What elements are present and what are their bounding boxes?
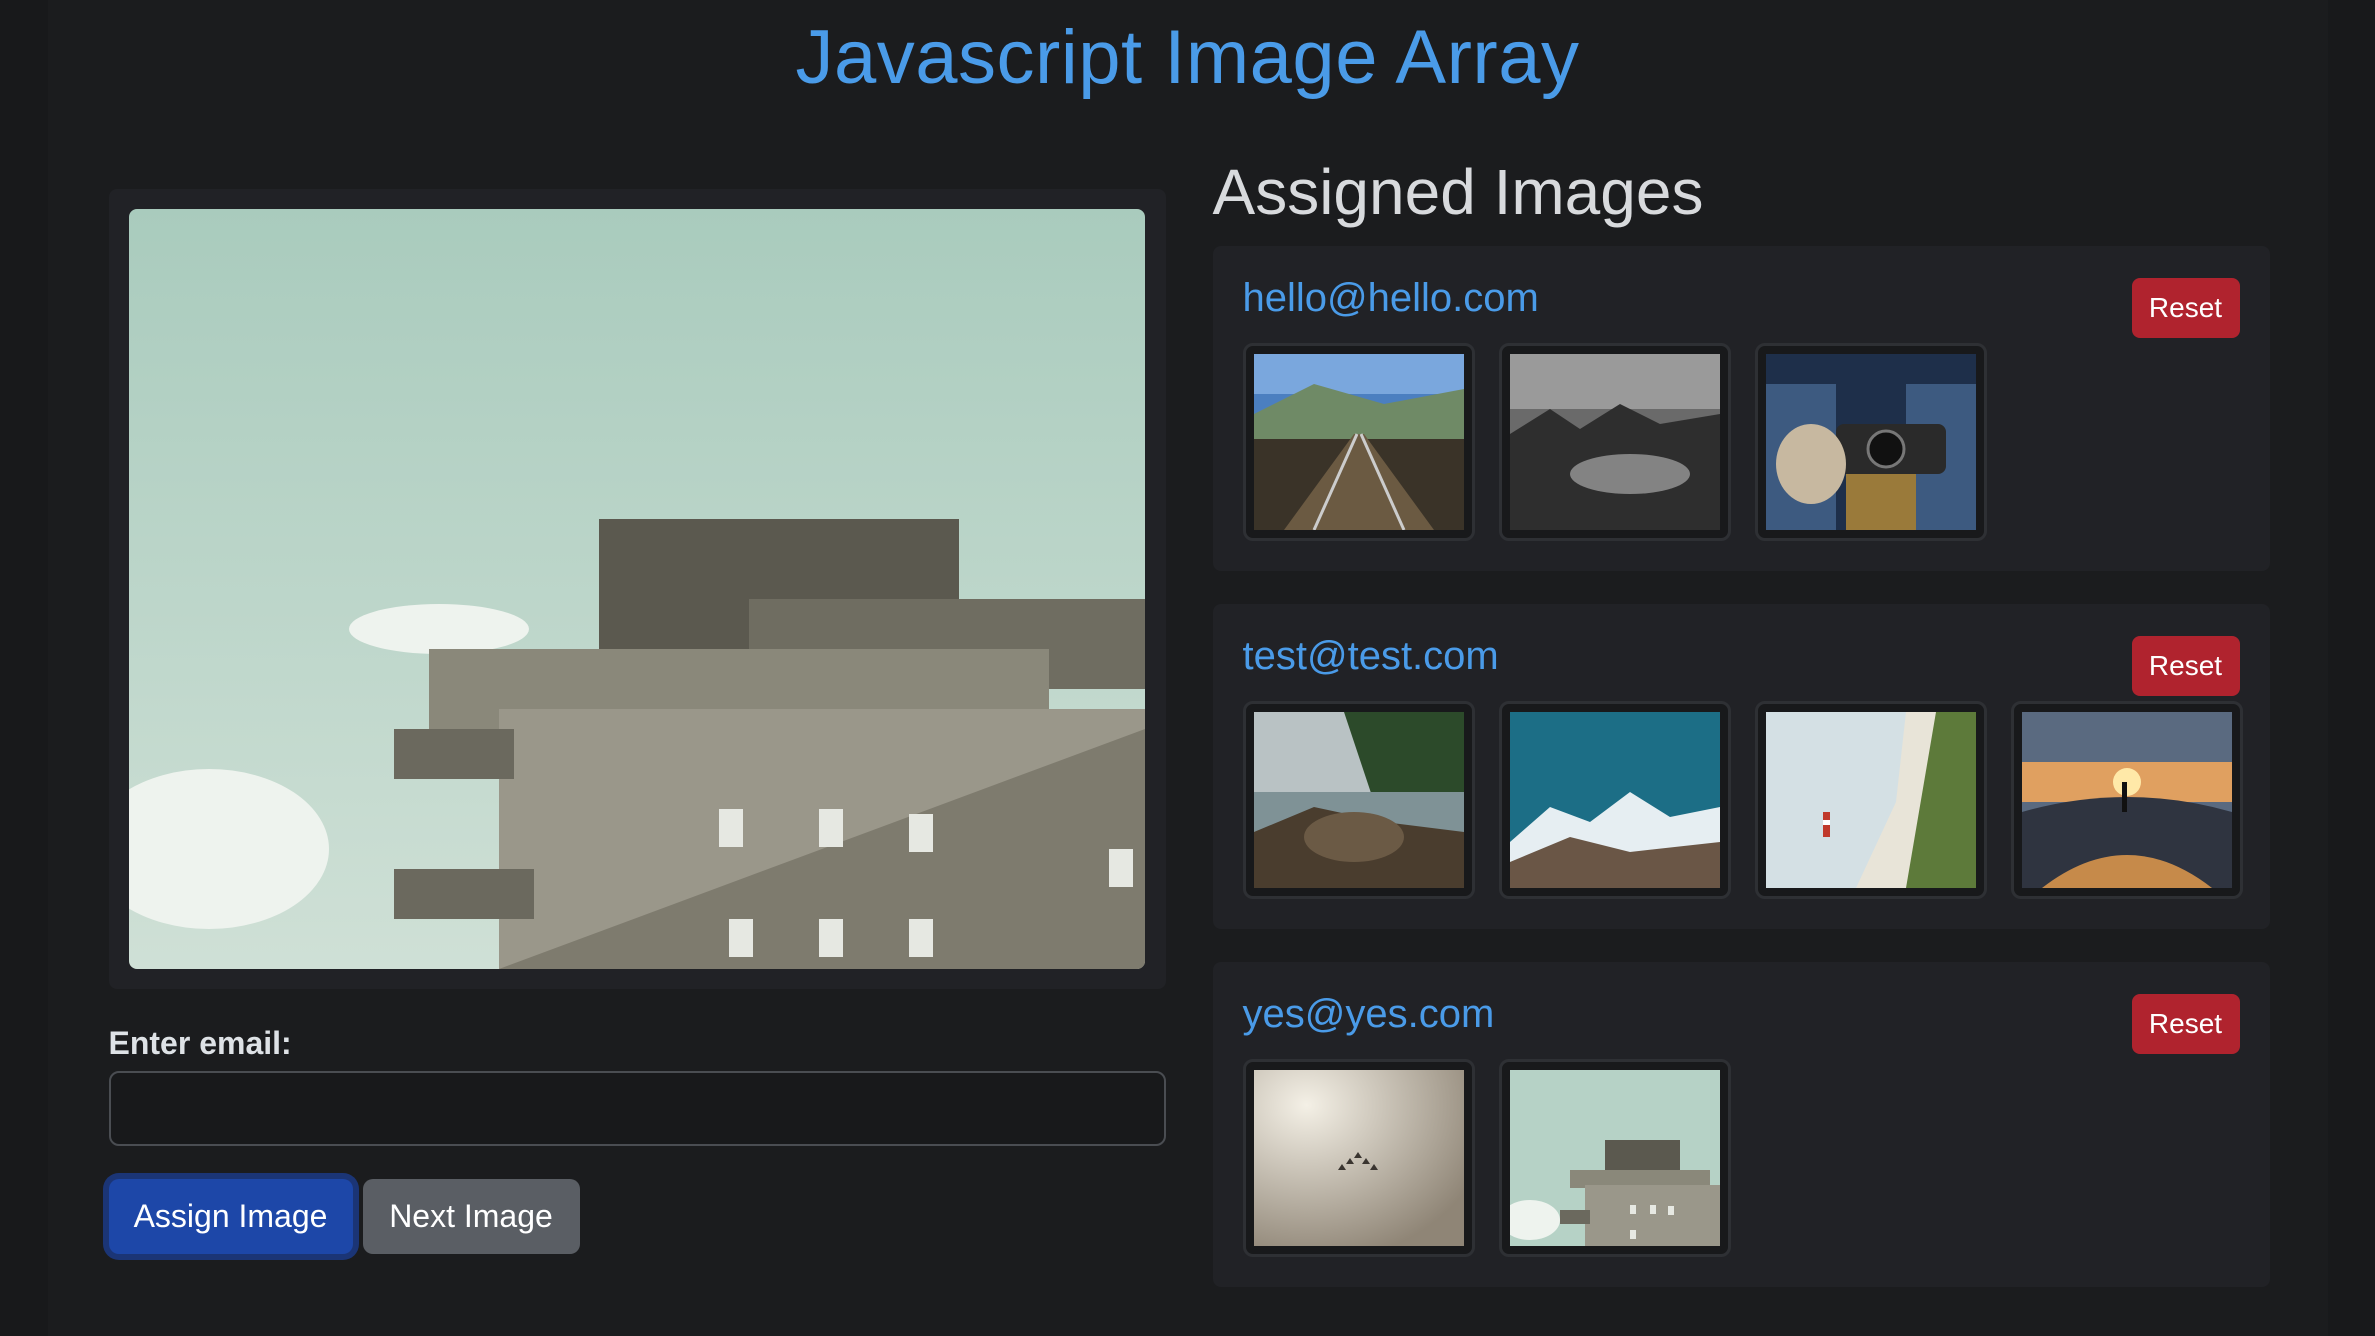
thumbnail-skatepark-sunset[interactable] bbox=[2010, 701, 2243, 899]
thumbnail-birds-hazy-sky[interactable] bbox=[1242, 1059, 1475, 1257]
thumbnail-camera-hands[interactable] bbox=[1754, 343, 1987, 541]
image-viewer bbox=[108, 189, 1166, 989]
thumbnail-railway-track[interactable] bbox=[1242, 343, 1475, 541]
assign-image-button[interactable]: Assign Image bbox=[108, 1179, 353, 1254]
email-input[interactable] bbox=[108, 1071, 1166, 1146]
card-email: hello@hello.com bbox=[1242, 276, 1539, 320]
assigned-card: test@test.com Reset bbox=[1212, 604, 2270, 929]
thumbnail-snowy-mountains[interactable] bbox=[1498, 701, 1731, 899]
assigned-images-title: Assigned Images bbox=[1212, 156, 1704, 228]
card-email: yes@yes.com bbox=[1242, 992, 1495, 1036]
thumbnail-river-rocks[interactable] bbox=[1242, 701, 1475, 899]
card-email: test@test.com bbox=[1242, 634, 1499, 678]
reset-button[interactable]: Reset bbox=[2131, 994, 2240, 1054]
reset-button[interactable]: Reset bbox=[2131, 636, 2240, 696]
current-image bbox=[128, 209, 1145, 969]
thumbnail-list bbox=[1242, 343, 1987, 541]
assigned-card: hello@hello.com Reset bbox=[1212, 246, 2270, 571]
assigned-card: yes@yes.com Reset bbox=[1212, 962, 2270, 1287]
thumbnail-list bbox=[1242, 1059, 1731, 1257]
page: Javascript Image Array Enter email: Assi… bbox=[47, 0, 2328, 1336]
thumbnail-rocky-coast[interactable] bbox=[1498, 343, 1731, 541]
next-image-button[interactable]: Next Image bbox=[362, 1179, 580, 1254]
reset-button[interactable]: Reset bbox=[2131, 278, 2240, 338]
thumbnail-cliff-lighthouse[interactable] bbox=[1754, 701, 1987, 899]
page-title: Javascript Image Array bbox=[795, 15, 1580, 100]
email-label: Enter email: bbox=[108, 1025, 292, 1061]
thumbnail-concrete-bunker[interactable] bbox=[1498, 1059, 1731, 1257]
thumbnail-list bbox=[1242, 701, 2243, 899]
